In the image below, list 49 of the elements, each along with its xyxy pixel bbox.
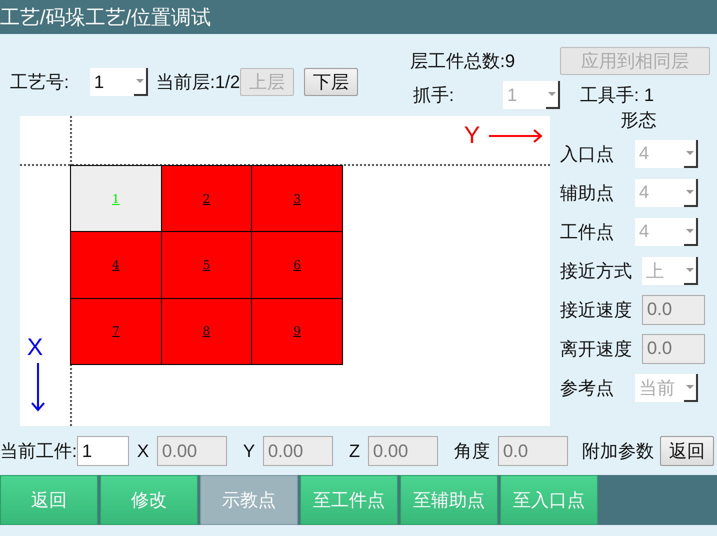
caret-icon [548, 92, 556, 96]
footer-button[interactable]: 示教点 [200, 475, 298, 525]
extra-params-label: 附加参数 [582, 440, 654, 463]
pose-title: 形态 [620, 110, 656, 130]
field-label: 入口点 [560, 142, 615, 166]
y-arrow [488, 129, 544, 143]
workpiece-cell[interactable]: 5 [162, 232, 252, 298]
layer-button[interactable]: 下层 [304, 68, 358, 96]
footer-button[interactable]: 修改 [100, 475, 198, 525]
x-axis-label: X [27, 334, 44, 362]
y-axis-label: Y [464, 122, 480, 150]
dropdown[interactable]: 1 [90, 68, 148, 96]
coord-label: Y [243, 440, 256, 462]
field-label: 离开速度 [560, 338, 633, 360]
field-label: 接近方式 [560, 260, 633, 282]
workpiece-cell[interactable]: 9 [252, 298, 342, 364]
field-label: 辅助点 [560, 182, 615, 204]
workpiece-cell[interactable]: 7 [71, 298, 161, 364]
workpiece-cell[interactable]: 6 [252, 232, 342, 298]
current-layer-text: 当前层:1/2 [156, 71, 240, 94]
window-title: 工艺/码垛工艺/位置调试 [0, 6, 212, 30]
footer-button[interactable]: 至入口点 [500, 475, 598, 525]
coord-label: Z [349, 440, 360, 462]
caret-icon [686, 268, 694, 272]
field-label: 工件点 [560, 220, 615, 244]
caret-icon [686, 150, 694, 154]
footer-button[interactable]: 至工件点 [300, 475, 398, 525]
workpiece-cell[interactable]: 2 [162, 166, 252, 232]
back-button[interactable]: 返回 [660, 436, 714, 466]
workpiece-cell[interactable]: 8 [162, 298, 252, 364]
coord-label: 角度 [454, 440, 490, 463]
footer-button[interactable]: 至辅助点 [400, 475, 498, 525]
current-workpiece-label: 当前工件: [0, 440, 78, 463]
tool-text: 工具手: 1 [580, 84, 654, 107]
process-label: 工艺号: [10, 71, 70, 94]
caret-icon [686, 384, 694, 388]
workpiece-cell[interactable]: 3 [252, 166, 342, 232]
caret-icon [136, 79, 144, 83]
field-label: 参考点 [560, 376, 615, 400]
field-label: 接近速度 [560, 298, 633, 322]
layer-total-text: 层工件总数:9 [410, 51, 516, 71]
footer-button[interactable]: 返回 [0, 475, 98, 525]
caret-icon [686, 190, 694, 194]
x-arrow [30, 362, 46, 412]
workpiece-cell[interactable]: 4 [71, 232, 161, 298]
input-field[interactable]: 1 [77, 436, 130, 466]
coord-label: X [137, 440, 150, 462]
gripper-label: 抓手: [412, 84, 456, 107]
caret-icon [686, 228, 694, 232]
